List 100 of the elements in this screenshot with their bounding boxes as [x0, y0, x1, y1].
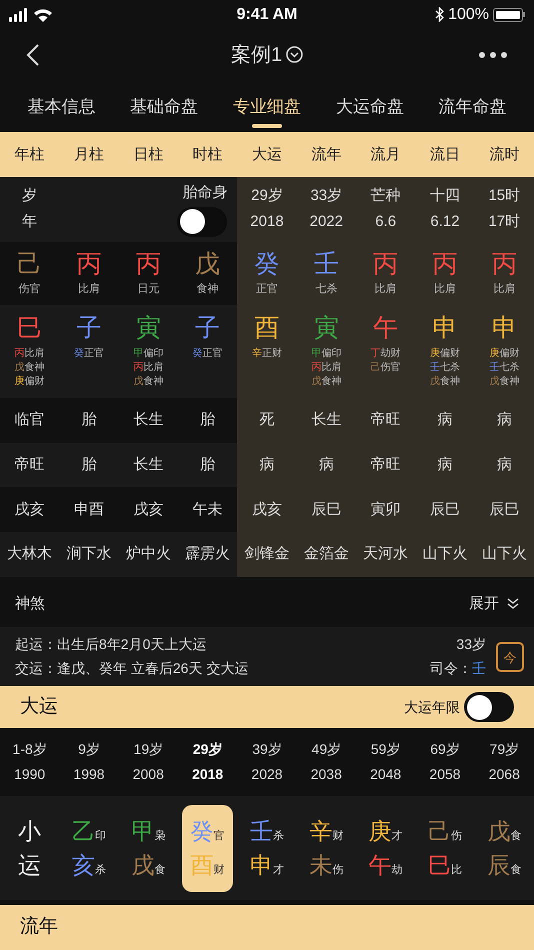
- dayun-period[interactable]: 1-8岁 1990: [0, 739, 60, 786]
- ten-god-label: 比肩: [434, 282, 456, 298]
- ten-god-label: 伤官: [380, 361, 401, 376]
- ten-god-label: 比肩: [493, 282, 516, 298]
- branch-char: 申: [250, 852, 273, 878]
- table-cell-text: 山下火: [482, 544, 527, 564]
- back-icon[interactable]: [26, 42, 40, 67]
- ten-god-label: 伤: [450, 828, 462, 844]
- tab[interactable]: 基础命盘: [130, 94, 198, 128]
- ten-god-label: 偏财: [24, 375, 45, 390]
- table-cell-text: 金箔金: [304, 544, 349, 564]
- row-label: 小运: [18, 816, 42, 880]
- hidden-stem: 丙: [311, 361, 322, 376]
- ten-god-label: 正官: [256, 282, 278, 298]
- toggle-label: 胎命身: [182, 183, 228, 204]
- stem-char: 乙: [72, 818, 95, 844]
- hidden-stem: 壬: [430, 361, 440, 376]
- heavenly-stem: 丙: [492, 249, 517, 280]
- earthly-branch: 申: [432, 313, 458, 344]
- hidden-stem: 壬: [489, 361, 500, 376]
- hidden-stem: 戊: [489, 375, 500, 390]
- dayun-period[interactable]: 29岁 2018: [178, 739, 238, 786]
- branch-char: 戌: [131, 852, 154, 878]
- table-cell-text: 大林木: [7, 544, 52, 564]
- ten-god-label: 偏财: [499, 347, 520, 362]
- earthly-branch: 寅: [136, 313, 161, 344]
- table-cell-text: 帝旺: [370, 410, 401, 430]
- hidden-stem: 丁: [370, 348, 381, 362]
- dayun-period[interactable]: 19岁 2008: [118, 739, 178, 786]
- hidden-stem: 甲: [133, 347, 144, 362]
- column-header: 年柱: [14, 144, 46, 164]
- table-cell-text: 戌亥: [14, 500, 45, 520]
- ten-god-label: 偏印: [321, 347, 342, 362]
- period-date: 6.6: [375, 212, 396, 232]
- tab[interactable]: 流年命盘: [438, 94, 507, 128]
- period-date: 17时: [488, 212, 520, 232]
- stem-char: 戊: [487, 818, 510, 844]
- ten-god-label: 财: [332, 828, 344, 844]
- table-cell-text: 辰巳: [489, 500, 520, 520]
- expand-button[interactable]: 展开: [469, 593, 519, 616]
- dayun-period[interactable]: 9岁 1998: [59, 739, 119, 786]
- ten-god-label: 食神: [24, 361, 45, 376]
- more-icon[interactable]: [478, 50, 508, 59]
- dayun-period[interactable]: 59岁 2048: [356, 739, 416, 786]
- stem-char: 己: [428, 818, 451, 844]
- table-cell-text: 胎: [81, 410, 96, 430]
- xiaoyun-item[interactable]: 壬杀 申 才: [241, 804, 292, 892]
- table-cell-text: 寅卯: [370, 500, 401, 520]
- table-cell-text: 长生: [311, 410, 342, 430]
- toggle-switch[interactable]: [177, 206, 228, 237]
- table-cell-text: 病: [496, 454, 512, 475]
- ten-god-label: 杀: [94, 862, 106, 878]
- table-cell-text: 炉中火: [126, 544, 171, 564]
- stem-char: 庚: [368, 818, 392, 844]
- signal-icon: [9, 8, 27, 22]
- earthly-branch: 午: [373, 313, 398, 344]
- dayun-period[interactable]: 69岁 2058: [415, 739, 475, 786]
- ten-god-label: 比肩: [78, 282, 100, 298]
- xiaoyun-item[interactable]: 辛财 未伤: [300, 804, 352, 892]
- branch-char: 辰: [487, 852, 510, 878]
- hidden-stem: 丙: [14, 347, 25, 362]
- dayun-period[interactable]: 49岁 2038: [296, 739, 356, 786]
- page-title: 案例1: [230, 42, 282, 68]
- column-header: 流日: [428, 144, 461, 164]
- ten-god-label: 比肩: [321, 361, 342, 376]
- table-cell-text: 帝旺: [370, 454, 401, 475]
- period-date: 2022: [310, 212, 343, 232]
- xiaoyun-item[interactable]: 戊食 辰食: [478, 804, 530, 892]
- table-cell-text: 午未: [192, 500, 223, 520]
- ten-god-label: 食神: [440, 375, 460, 390]
- hidden-stem: 己: [370, 361, 381, 376]
- heavenly-stem: 壬: [314, 249, 339, 280]
- xiaoyun-item[interactable]: 乙 印 亥杀: [63, 804, 114, 892]
- xiaoyun-item[interactable]: 甲 枭 戌食: [122, 804, 174, 892]
- toggle-switch[interactable]: [464, 692, 514, 722]
- branch-char: 巳: [428, 852, 451, 878]
- dropdown-icon[interactable]: [286, 46, 304, 64]
- ten-god-label: 正官: [84, 347, 104, 362]
- earthly-branch: 子: [195, 313, 220, 344]
- dayun-period[interactable]: 39岁 2028: [237, 739, 297, 786]
- ten-god-label: 食神: [196, 282, 219, 298]
- ten-god-label: 七杀: [499, 361, 520, 376]
- ten-god-label: 才: [272, 862, 284, 878]
- table-cell-text: 山下火: [422, 544, 468, 564]
- table-cell-text: 天河水: [363, 544, 408, 564]
- tab[interactable]: 大运命盘: [336, 94, 404, 128]
- tab[interactable]: 基本信息: [27, 94, 96, 128]
- dayun-period[interactable]: 79岁 2068: [474, 739, 534, 786]
- table-cell-text: 长生: [133, 454, 164, 475]
- xiaoyun-item[interactable]: 庚才 午劫: [360, 804, 412, 892]
- calendar-button[interactable]: 今: [496, 642, 524, 672]
- heavenly-stem: 丙: [76, 249, 102, 280]
- period-label: 十四: [430, 186, 460, 206]
- earthly-branch: 巳: [17, 313, 42, 344]
- siling-value: 壬: [472, 659, 486, 678]
- ten-god-label: 杀: [272, 828, 284, 844]
- hidden-stem: 戊: [14, 361, 25, 376]
- xiaoyun-item[interactable]: 己 伤 巳 比: [419, 804, 470, 892]
- tab[interactable]: 专业细盘: [232, 94, 301, 128]
- xiaoyun-item[interactable]: 癸官 酉财: [182, 804, 234, 892]
